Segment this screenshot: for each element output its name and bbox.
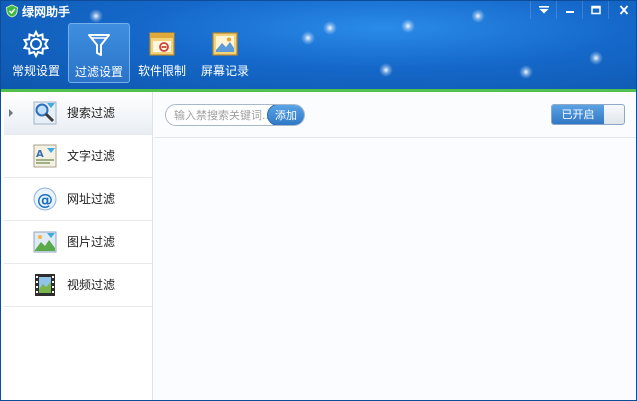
sidebar-item-label: 视频过滤 <box>67 278 116 292</box>
sidebar: 搜索过滤 A 文字过滤 @ 网址过滤 图片过滤 视频过滤 <box>4 92 153 400</box>
title-bar[interactable]: 绿网助手 <box>1 1 636 23</box>
app-title: 绿网助手 <box>22 5 71 19</box>
minimize-button[interactable] <box>556 1 582 19</box>
main-toolbar: 常规设置 过滤设置 软件限制 屏幕记录 <box>5 23 257 83</box>
tab-label: 常规设置 <box>11 64 60 78</box>
menu-dropdown-icon <box>538 6 549 14</box>
gear-icon <box>22 29 50 59</box>
tab-label: 屏幕记录 <box>200 64 249 78</box>
video-filter-icon <box>35 274 55 296</box>
sparkle-decoration <box>589 51 603 65</box>
menu-button[interactable] <box>530 1 556 19</box>
maximize-icon <box>590 5 601 15</box>
tab-screen-record[interactable]: 屏幕记录 <box>194 23 256 83</box>
filter-toggle[interactable]: 已开启 <box>551 104 625 125</box>
close-icon <box>619 5 628 15</box>
keyword-input[interactable] <box>174 105 270 125</box>
minimize-icon <box>565 11 574 13</box>
sidebar-item-label: 文字过滤 <box>67 149 116 163</box>
sidebar-item-video-filter[interactable]: 视频过滤 <box>4 264 152 307</box>
app-logo-icon <box>6 4 18 18</box>
sidebar-item-search-filter[interactable]: 搜索过滤 <box>4 92 152 135</box>
sidebar-item-label: 图片过滤 <box>67 235 116 249</box>
app-window-icon <box>149 32 175 56</box>
keyword-search-box: 添加 <box>165 104 305 126</box>
text-filter-icon: A <box>33 144 57 168</box>
selected-arrow-icon <box>9 109 13 117</box>
sidebar-item-label: 搜索过滤 <box>67 106 116 120</box>
sidebar-item-image-filter[interactable]: 图片过滤 <box>4 221 152 264</box>
close-button[interactable] <box>608 1 636 19</box>
maximize-button[interactable] <box>582 1 608 19</box>
filter-controls-bar: 添加 已开启 <box>154 92 636 138</box>
sidebar-item-text-filter[interactable]: A 文字过滤 <box>4 135 152 178</box>
sidebar-item-url-filter[interactable]: @ 网址过滤 <box>4 178 152 221</box>
filter-panel: 添加 已开启 <box>154 92 636 400</box>
tab-filter-settings[interactable]: 过滤设置 <box>68 23 130 83</box>
sparkle-decoration <box>379 63 393 77</box>
app-window: 绿网助手 常规设置 过滤设置 软件限制 屏幕记录 搜索过滤 A 文字过滤 @ 网… <box>0 0 637 401</box>
window-controls <box>530 1 636 19</box>
content-area: 搜索过滤 A 文字过滤 @ 网址过滤 图片过滤 视频过滤 输入禁搜索关键词...… <box>1 92 636 400</box>
image-filter-icon <box>33 231 57 253</box>
sidebar-item-label: 网址过滤 <box>67 192 116 206</box>
tab-label: 过滤设置 <box>74 65 123 79</box>
sparkle-decoration <box>301 31 315 45</box>
tab-general-settings[interactable]: 常规设置 <box>5 23 67 83</box>
tab-software-limit[interactable]: 软件限制 <box>131 23 193 83</box>
add-keyword-button[interactable]: 添加 <box>267 105 304 125</box>
tab-label: 软件限制 <box>137 64 186 78</box>
url-filter-icon: @ <box>33 187 57 211</box>
screenshot-icon <box>212 32 238 56</box>
filter-icon <box>88 34 110 56</box>
svg-text:@: @ <box>37 190 53 209</box>
sparkle-decoration <box>323 21 337 35</box>
header: 绿网助手 常规设置 过滤设置 软件限制 屏幕记录 <box>1 1 636 91</box>
search-filter-icon <box>33 101 57 125</box>
toggle-on-label: 已开启 <box>552 105 604 124</box>
svg-text:A: A <box>36 149 44 160</box>
sparkle-decoration <box>519 65 533 79</box>
